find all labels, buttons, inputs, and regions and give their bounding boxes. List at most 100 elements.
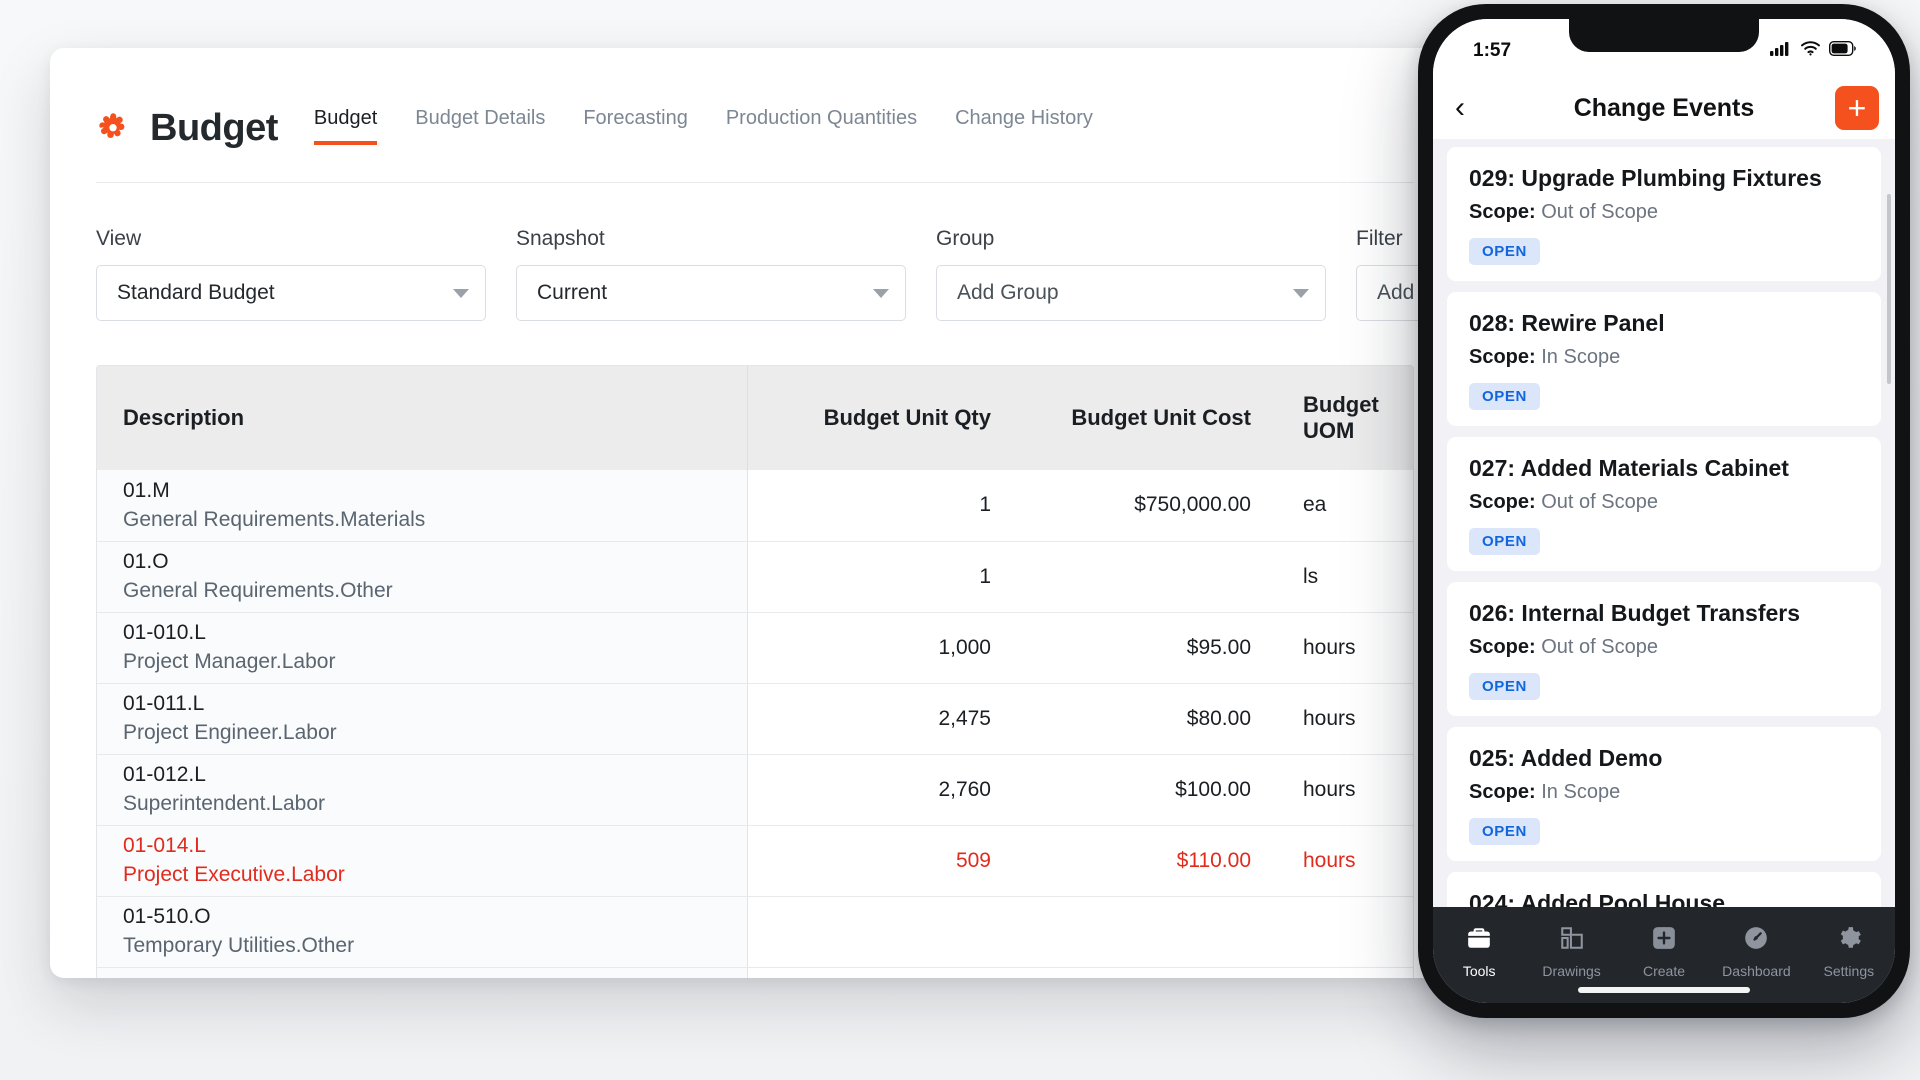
cell-description[interactable]: 01-014.L Project Executive.Labor [97,825,748,897]
cell-budget-uom[interactable] [1277,896,1407,968]
change-event-card[interactable]: 027: Added Materials Cabinet Scope: Out o… [1447,437,1881,571]
change-event-card[interactable]: 028: Rewire Panel Scope: In Scope OPEN [1447,292,1881,426]
view-label: View [96,227,142,250]
cell-budget-uom[interactable]: hours [1277,825,1407,897]
phone-tab-dashboard[interactable]: Dashboard [1710,925,1802,979]
phone-tab-tools[interactable]: Tools [1433,925,1525,979]
phone-page-title: Change Events [1573,93,1755,122]
tab-budget[interactable]: Budget [313,107,378,145]
cellular-signal-icon [1770,40,1792,62]
cell-budget-uom[interactable]: ea [1277,470,1407,542]
snapshot-select[interactable]: Current [516,265,906,321]
cell-description[interactable]: 01-011.L Project Engineer.Labor [97,683,748,755]
phone-tab-label: Settings [1823,963,1875,979]
scope-value: Out of Scope [1541,201,1658,223]
scope-value: Out of Scope [1541,636,1658,658]
cell-spacer [1407,825,1413,897]
row-name: Project Executive.Labor [123,863,345,886]
row-name: General Requirements.Other [123,579,393,602]
cell-spacer [1407,683,1413,755]
cell-budget-uom[interactable]: hours [1277,754,1407,826]
column-header-budget-uom[interactable]: Budget UOM [1277,366,1407,470]
change-event-card[interactable]: 024: Added Pool HouseScope: Out of Scope… [1447,872,1881,907]
cell-description[interactable]: 01-012.L Superintendent.Labor [97,754,748,826]
table-row[interactable]: 01-014.L Project Executive.Labor 509 $110.0… [97,825,1413,897]
cell-budget-unit-qty[interactable]: 2,760 [747,754,1017,826]
cell-budget-unit-qty[interactable] [747,896,1017,968]
scope-label: Scope: [1469,491,1536,513]
phone-tab-label: Drawings [1542,963,1601,979]
app-header: Budget Budget Budget Details Forecasting… [50,48,1460,166]
scope-value: In Scope [1541,781,1621,803]
cell-budget-unit-qty[interactable]: 1 [747,541,1017,613]
view-select-value: Standard Budget [117,281,275,304]
cell-budget-unit-cost[interactable] [1017,896,1277,968]
cell-budget-uom[interactable]: ls [1277,541,1407,613]
tab-forecasting[interactable]: Forecasting [583,107,688,145]
cell-budget-unit-qty[interactable]: 2,475 [747,683,1017,755]
change-events-list[interactable]: 029: Upgrade Plumbing Fixtures Scope: Out… [1433,139,1895,907]
phone-notch [1569,19,1759,52]
cell-budget-uom[interactable]: hours [1277,683,1407,755]
cell-budget-uom[interactable]: hours [1277,612,1407,684]
group-select[interactable]: Add Group [936,265,1326,321]
phone-tab-create[interactable]: Create [1618,925,1710,979]
cell-budget-unit-qty[interactable] [747,967,1017,978]
tab-change-history[interactable]: Change History [955,107,1093,145]
group-label: Group [936,227,995,250]
table-row[interactable]: 01.M General Requirements.Materials 1 $750,… [97,470,1413,542]
phone-tab-settings[interactable]: Settings [1803,925,1895,979]
row-code: 01-010.L [123,620,206,644]
cell-description[interactable]: 01.M General Requirements.Materials [97,470,748,542]
cell-budget-unit-cost[interactable] [1017,967,1277,978]
scope-value: Out of Scope [1541,491,1658,513]
row-code: 01-012.L [123,762,206,786]
cell-description[interactable]: 01-010.L Project Manager.Labor [97,612,748,684]
tab-budget-details[interactable]: Budget Details [415,107,545,145]
column-header-description[interactable]: Description [97,366,748,470]
cell-description[interactable]: 01.O General Requirements.Other [97,541,748,613]
cell-budget-unit-cost[interactable]: $95.00 [1017,612,1277,684]
chevron-left-icon[interactable]: ‹ [1455,93,1499,123]
cell-budget-unit-cost[interactable]: $100.00 [1017,754,1277,826]
table-row[interactable]: 01-010.L Project Manager.Labor 1,000 $95.00… [97,612,1413,684]
cell-budget-unit-cost[interactable]: $750,000.00 [1017,470,1277,542]
change-event-scope: Scope: Out of Scope [1469,201,1859,224]
column-header-budget-unit-qty[interactable]: Budget Unit Qty [747,366,1017,470]
cell-budget-unit-qty[interactable]: 509 [747,825,1017,897]
row-name: Superintendent.Labor [123,792,325,815]
change-event-card[interactable]: 029: Upgrade Plumbing Fixtures Scope: Out… [1447,147,1881,281]
scope-label: Scope: [1469,781,1536,803]
scrollbar[interactable] [1887,194,1891,384]
table-row[interactable]: 01-510.O Temporary Utilities.Other [97,896,1413,968]
cell-spacer [1407,754,1413,826]
budget-app-window: Budget Budget Budget Details Forecasting… [50,48,1460,978]
cell-budget-unit-cost[interactable]: $110.00 [1017,825,1277,897]
battery-icon [1828,40,1857,62]
change-event-title: 027: Added Materials Cabinet [1469,455,1789,481]
table-row[interactable]: 01-511.O [97,967,1413,978]
change-event-card[interactable]: 025: Added Demo Scope: In Scope OPEN [1447,727,1881,861]
cell-budget-unit-cost[interactable]: $80.00 [1017,683,1277,755]
phone-tab-drawings[interactable]: Drawings [1525,925,1617,979]
cell-budget-unit-qty[interactable]: 1 [747,470,1017,542]
cell-description[interactable]: 01-511.O [97,967,748,978]
add-change-event-button[interactable]: + [1835,86,1879,130]
table-header: Description Budget Unit Qty Budget Unit … [97,366,1413,470]
cell-budget-unit-qty[interactable]: 1,000 [747,612,1017,684]
column-header-budget-unit-cost[interactable]: Budget Unit Cost [1017,366,1277,470]
change-event-card[interactable]: 026: Internal Budget Transfers Scope: Out… [1447,582,1881,716]
cell-description[interactable]: 01-510.O Temporary Utilities.Other [97,896,748,968]
cell-budget-uom[interactable] [1277,967,1407,978]
floorplan-icon [1559,925,1585,956]
page-title: Budget [150,106,278,149]
table-row[interactable]: 01-012.L Superintendent.Labor 2,760 $100.00… [97,754,1413,826]
tab-production-quantities[interactable]: Production Quantities [726,107,917,145]
cell-spacer [1407,896,1413,968]
table-row[interactable]: 01.O General Requirements.Other 1 ls [97,541,1413,613]
table-row[interactable]: 01-011.L Project Engineer.Labor 2,475 $80.0… [97,683,1413,755]
budget-table-container[interactable]: Description Budget Unit Qty Budget Unit … [96,365,1414,978]
cell-budget-unit-cost[interactable] [1017,541,1277,613]
toolbox-icon [1466,925,1492,956]
view-select[interactable]: Standard Budget [96,265,486,321]
